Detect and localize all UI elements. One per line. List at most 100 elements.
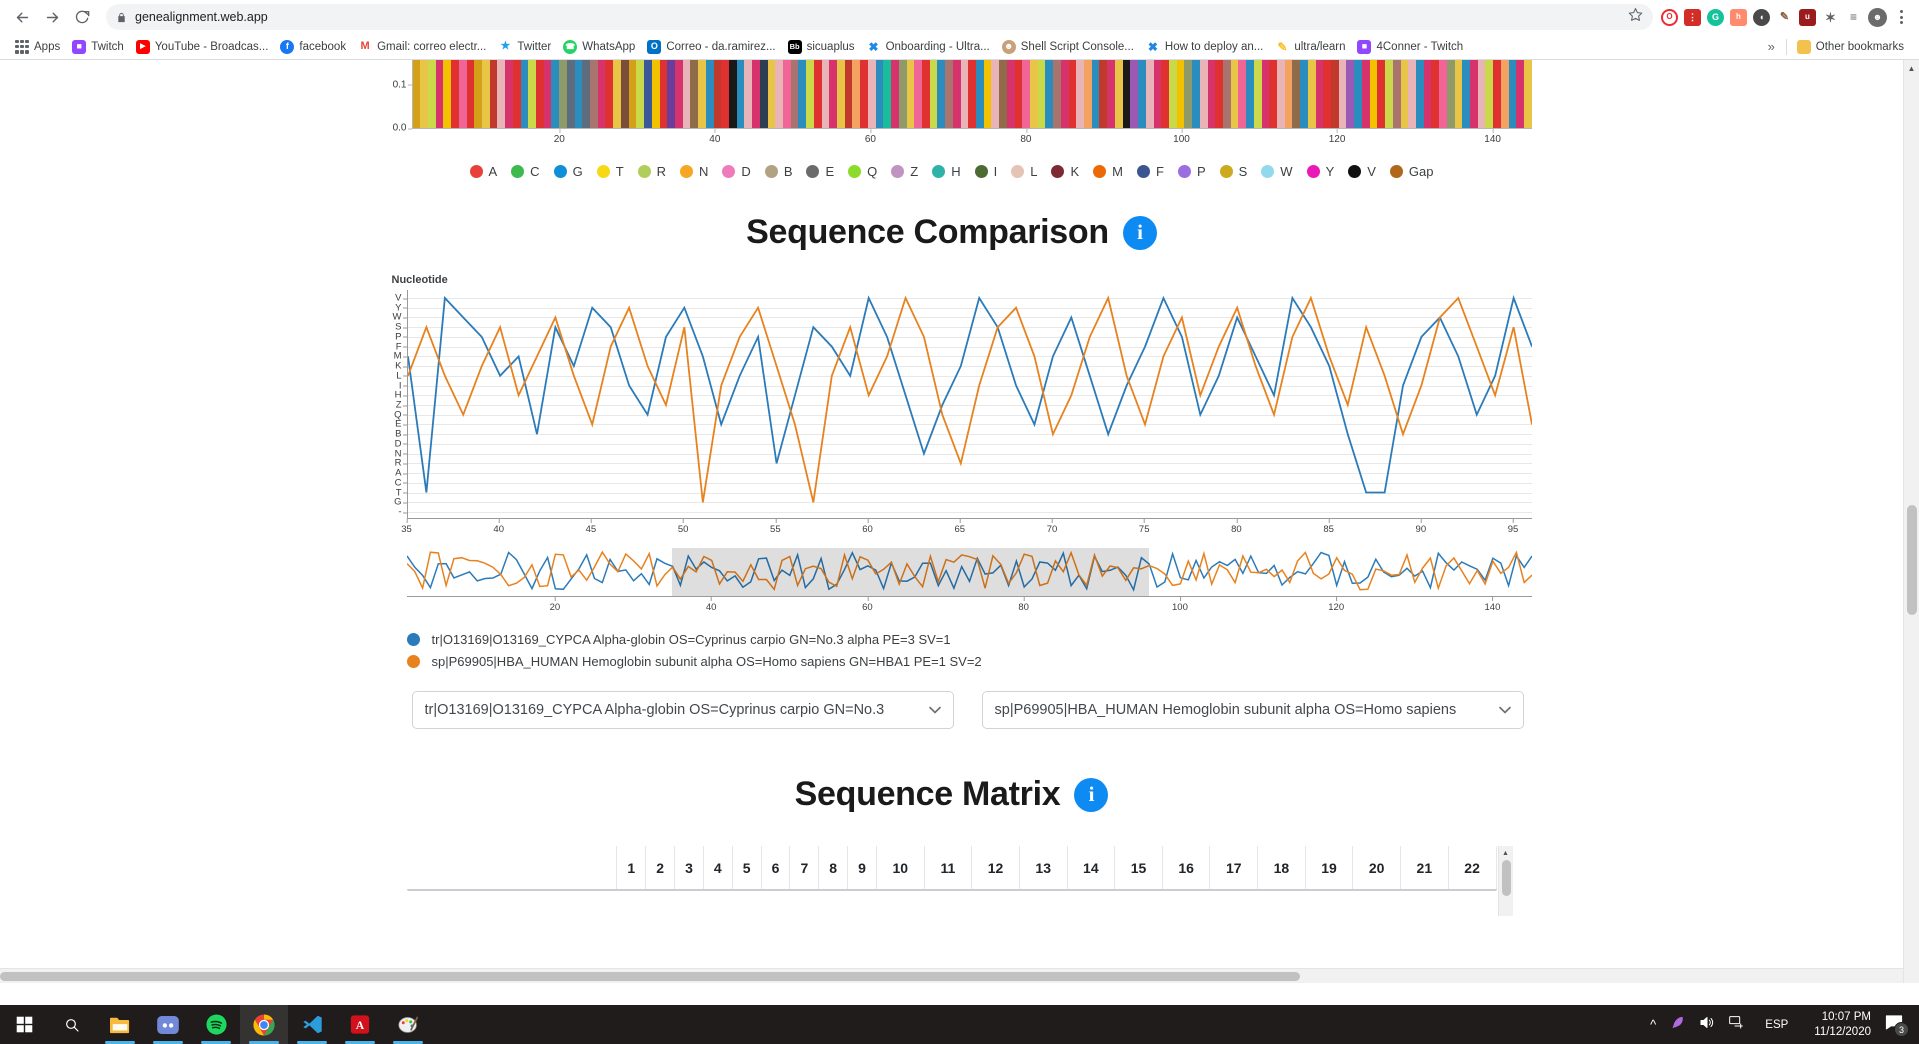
reload-icon[interactable] <box>68 3 96 31</box>
composition-bar[interactable] <box>1469 60 1478 128</box>
composition-bar[interactable] <box>582 60 591 128</box>
composition-bar[interactable] <box>1323 60 1332 128</box>
composition-bar[interactable] <box>728 60 737 128</box>
composition-bar[interactable] <box>1222 60 1231 128</box>
scroll-up-arrow-icon[interactable]: ▲ <box>1499 846 1513 860</box>
composition-bar[interactable] <box>767 60 776 128</box>
composition-bar[interactable] <box>790 60 799 128</box>
taskbar-clock[interactable]: 10:07 PM 11/12/2020 <box>1804 1010 1881 1040</box>
matrix-column-header[interactable]: 7 <box>789 846 820 891</box>
file-explorer-icon[interactable] <box>96 1005 144 1044</box>
composition-bar[interactable] <box>1114 60 1123 128</box>
composition-bar[interactable] <box>821 60 830 128</box>
composition-bar[interactable] <box>798 60 807 128</box>
composition-bar[interactable] <box>1408 60 1416 128</box>
bookmark-star-icon[interactable] <box>1628 7 1643 27</box>
composition-bar[interactable] <box>1392 60 1401 128</box>
composition-bar[interactable] <box>744 60 753 128</box>
composition-bar[interactable] <box>1037 60 1046 128</box>
composition-bar[interactable] <box>867 60 876 128</box>
composition-bar[interactable] <box>420 60 428 128</box>
composition-bar[interactable] <box>605 60 614 128</box>
composition-bar[interactable] <box>682 60 691 128</box>
composition-bar[interactable] <box>489 60 498 128</box>
composition-bar[interactable] <box>736 60 745 128</box>
composition-bar[interactable] <box>1107 60 1115 128</box>
windows-start-icon[interactable] <box>0 1005 48 1044</box>
composition-bar[interactable] <box>1331 60 1339 128</box>
bookmark-facebook[interactable]: f facebook <box>274 38 352 56</box>
composition-bar[interactable] <box>1446 60 1455 128</box>
composition-bar[interactable] <box>975 60 984 128</box>
legend-item-w[interactable]: W <box>1261 164 1293 179</box>
composition-bar[interactable] <box>844 60 853 128</box>
matrix-column-header[interactable]: 18 <box>1257 846 1306 891</box>
extensions-puzzle-icon[interactable]: ✶ <box>1822 8 1839 26</box>
composition-bar[interactable] <box>1138 60 1146 128</box>
matrix-column-header[interactable]: 6 <box>760 846 791 891</box>
composition-bar[interactable] <box>1053 60 1061 128</box>
composition-bar[interactable] <box>443 60 452 128</box>
matrix-column-header[interactable]: 14 <box>1066 846 1116 891</box>
composition-bar[interactable] <box>620 60 629 128</box>
composition-bar[interactable] <box>1076 60 1085 128</box>
composition-bar[interactable] <box>1524 60 1532 128</box>
composition-bar[interactable] <box>1423 60 1432 128</box>
composition-bar[interactable] <box>644 60 652 128</box>
composition-bar[interactable] <box>1500 60 1509 128</box>
discord-icon[interactable] <box>144 1005 192 1044</box>
composition-bar[interactable] <box>705 60 714 128</box>
language-indicator[interactable]: ESP <box>1759 1019 1794 1031</box>
composition-bar[interactable] <box>613 60 621 128</box>
composition-bar[interactable] <box>1145 60 1154 128</box>
composition-bar[interactable] <box>1006 60 1015 128</box>
composition-bar[interactable] <box>597 60 606 128</box>
bookmark-outlook[interactable]: O Correo - da.ramirez... <box>641 38 781 56</box>
composition-bar[interactable] <box>674 60 683 128</box>
bookmark-shell-script-console[interactable]: ☻ Shell Script Console... <box>996 38 1140 56</box>
matrix-column-header[interactable]: 2 <box>645 846 676 891</box>
legend-item-k[interactable]: K <box>1051 164 1079 179</box>
composition-bar[interactable] <box>960 60 969 128</box>
composition-bar[interactable] <box>1454 60 1463 128</box>
composition-bar[interactable] <box>551 60 560 128</box>
composition-bar[interactable] <box>667 60 675 128</box>
composition-bar[interactable] <box>875 60 884 128</box>
vscode-icon[interactable] <box>288 1005 336 1044</box>
composition-bar[interactable] <box>458 60 467 128</box>
composition-bar[interactable] <box>528 60 536 128</box>
composition-bar[interactable] <box>574 60 583 128</box>
composition-bar[interactable] <box>937 60 946 128</box>
composition-bar[interactable] <box>412 60 421 128</box>
legend-item-q[interactable]: Q <box>848 164 877 179</box>
composition-bar[interactable] <box>1261 60 1270 128</box>
adobe-acrobat-icon[interactable]: A <box>336 1005 384 1044</box>
composition-bar[interactable] <box>783 60 791 128</box>
opera-extension-icon[interactable]: O <box>1661 8 1678 26</box>
bookmark-youtube[interactable]: ▶ YouTube - Broadcas... <box>130 38 275 56</box>
matrix-column-header[interactable]: 13 <box>1018 846 1068 891</box>
brush-selection-window[interactable] <box>672 548 1149 596</box>
composition-bars[interactable] <box>412 60 1532 128</box>
composition-bar[interactable] <box>1084 60 1092 128</box>
composition-bar[interactable] <box>1269 60 1277 128</box>
composition-bar[interactable] <box>1253 60 1262 128</box>
composition-bar[interactable] <box>891 60 899 128</box>
media-list-icon[interactable]: ≡ <box>1845 8 1862 26</box>
composition-bar[interactable] <box>451 60 459 128</box>
composition-bar[interactable] <box>481 60 490 128</box>
bookmark-ultra-learn[interactable]: ✎ ultra/learn <box>1269 38 1351 56</box>
composition-bar[interactable] <box>1439 60 1447 128</box>
forward-arrow-icon[interactable] <box>38 3 66 31</box>
composition-bar[interactable] <box>559 60 567 128</box>
matrix-column-header[interactable]: 12 <box>971 846 1020 891</box>
composition-bar[interactable] <box>1176 60 1185 128</box>
legend-item-t[interactable]: T <box>596 164 624 179</box>
ublock-extension-icon[interactable]: u <box>1799 8 1816 26</box>
overview-chart[interactable] <box>407 548 1532 596</box>
composition-bar[interactable] <box>829 60 838 128</box>
composition-bar[interactable] <box>813 60 822 128</box>
composition-bar[interactable] <box>1184 60 1193 128</box>
composition-bar[interactable] <box>1415 60 1424 128</box>
composition-bar[interactable] <box>983 60 992 128</box>
